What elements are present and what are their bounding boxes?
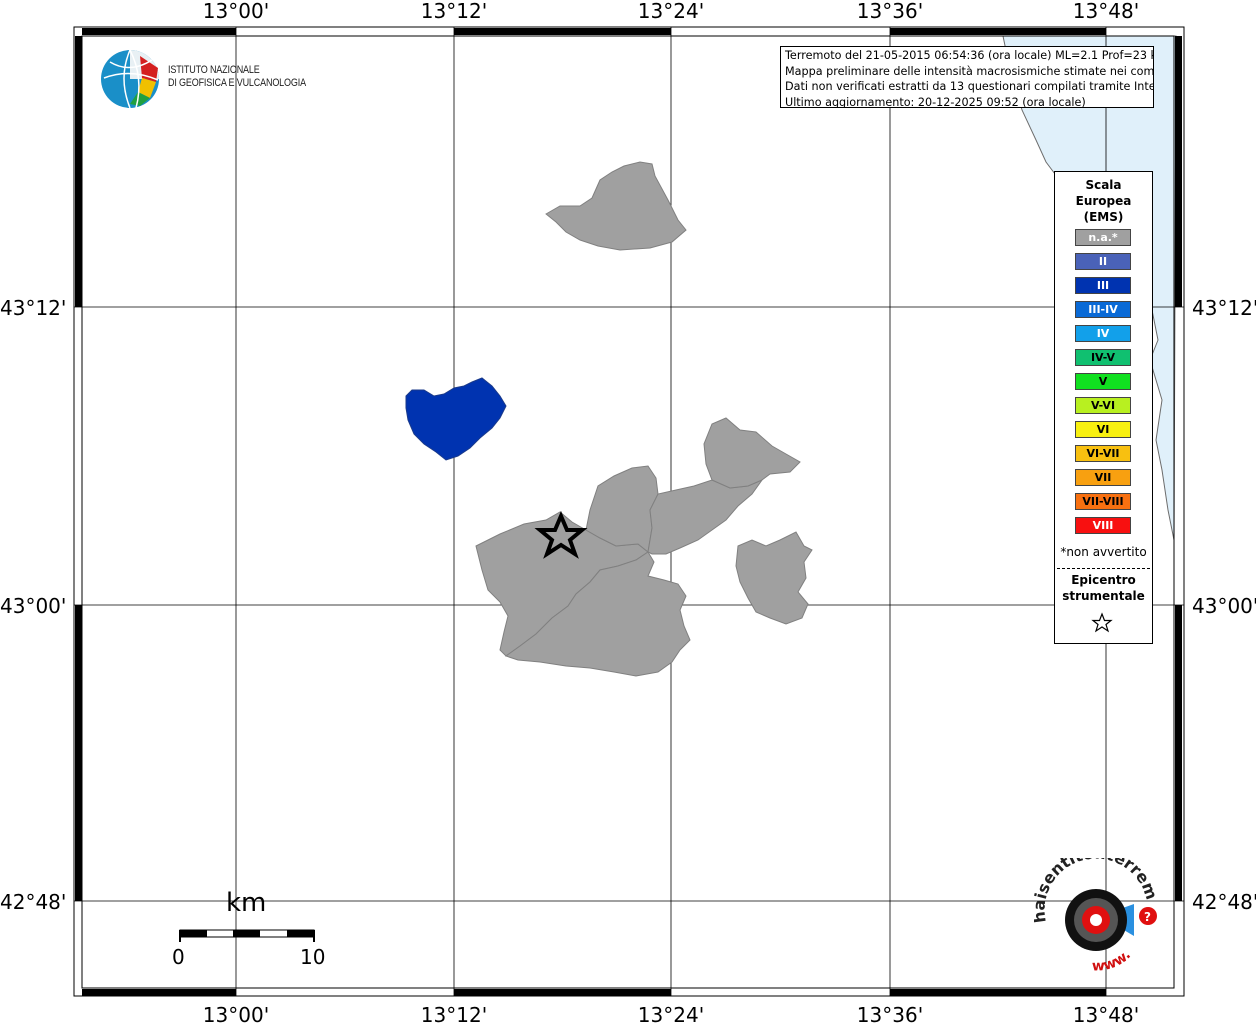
- bottom-tick-label: 13°36': [857, 1003, 923, 1024]
- left-tick-label: 43°00': [0, 594, 66, 618]
- svg-text:?: ?: [1144, 910, 1151, 924]
- legend-title: Scala Europea (EMS): [1055, 177, 1152, 225]
- left-axis-labels: 43°12' 43°00' 42°48': [0, 296, 66, 914]
- right-tick-label: 43°00': [1192, 594, 1256, 618]
- ingv-logo-text: ISTITUTO NAZIONALE DI GEOFISICA E VULCAN…: [168, 64, 306, 90]
- legend-item: n.a.*: [1075, 229, 1131, 246]
- legend-item: VIII: [1075, 517, 1131, 534]
- info-data-line: Dati non verificati estratti da 13 quest…: [785, 80, 1154, 93]
- scale-bar-unit: km: [226, 888, 267, 918]
- bottom-tick-label: 13°48': [1073, 1003, 1139, 1024]
- legend-item: III-IV: [1075, 301, 1131, 318]
- right-tick-label: 42°48': [1192, 890, 1256, 914]
- top-axis-labels: 13°00' 13°12' 13°24' 13°36' 13°48': [203, 0, 1139, 23]
- epicenter-star-icon: [1091, 612, 1113, 633]
- haisentito-target-icon: haisentitoilterremoto.it www. ?: [1029, 843, 1162, 974]
- legend-epicenter-line2: strumentale: [1062, 589, 1145, 603]
- legend-item: IV: [1075, 325, 1131, 342]
- legend-title-line2: Europea: [1075, 194, 1132, 208]
- event-info-box: Terremoto del 21-05-2015 06:54:36 (ora l…: [780, 46, 1154, 108]
- scale-bar-start-label: 0: [172, 945, 185, 969]
- bottom-axis-labels: 13°00' 13°12' 13°24' 13°36' 13°48': [203, 1003, 1139, 1024]
- legend-epicenter-label: Epicentro strumentale: [1055, 572, 1152, 604]
- legend-separator: [1057, 568, 1150, 569]
- ingv-logo-line2: DI GEOFISICA E VULCANOLOGIA: [168, 77, 306, 89]
- legend-item: VII-VIII: [1075, 493, 1131, 510]
- info-event-line: Terremoto del 21-05-2015 06:54:36 (ora l…: [785, 49, 1154, 62]
- bottom-tick-label: 13°00': [203, 1003, 269, 1024]
- haisentito-logo: haisentitoilterremoto.it www. ?: [1029, 843, 1164, 978]
- legend-item: VII: [1075, 469, 1131, 486]
- bottom-tick-label: 13°24': [638, 1003, 704, 1024]
- right-axis-labels: 43°12' 43°00' 42°48': [1192, 296, 1256, 914]
- top-tick-label: 13°00': [203, 0, 269, 23]
- scale-bar: [179, 929, 315, 942]
- legend-item: II: [1075, 253, 1131, 270]
- legend-epicenter-line1: Epicentro: [1071, 573, 1136, 587]
- legend-title-line3: (EMS): [1083, 210, 1124, 224]
- svg-text:www.: www.: [1092, 947, 1134, 974]
- right-tick-label: 43°12': [1192, 296, 1256, 320]
- top-tick-label: 13°12': [421, 0, 487, 23]
- legend-item: V-VI: [1075, 397, 1131, 414]
- municipality-not-felt-north: [545, 161, 687, 251]
- left-tick-label: 43°12': [0, 296, 66, 320]
- info-update-line: Ultimo aggiornamento: 20-12-2025 09:52 (…: [785, 95, 1086, 108]
- left-tick-label: 42°48': [0, 890, 66, 914]
- municipality-not-felt-northeast: [703, 417, 801, 489]
- legend-item: VI-VII: [1075, 445, 1131, 462]
- legend-note: *non avvertito: [1060, 545, 1147, 559]
- legend-item: VI: [1075, 421, 1131, 438]
- info-map-line: Mappa preliminare delle intensità macros…: [785, 64, 1154, 78]
- legend-item: IV-V: [1075, 349, 1131, 366]
- legend-item: V: [1075, 373, 1131, 390]
- municipality-not-felt-east: [735, 531, 813, 625]
- ingv-globe-icon: [101, 49, 159, 109]
- watermark-prefix: www.: [1092, 947, 1134, 974]
- top-tick-label: 13°24': [638, 0, 704, 23]
- ems-legend: Scala Europea (EMS) n.a.* II III III-IV IV IV…: [1054, 171, 1153, 644]
- legend-item: III: [1075, 277, 1131, 294]
- bottom-tick-label: 13°12': [421, 1003, 487, 1024]
- ingv-logo: ISTITUTO NAZIONALE DI GEOFISICA E VULCAN…: [100, 48, 340, 110]
- municipality-intensity-iii: [405, 377, 507, 461]
- top-tick-label: 13°48': [1073, 0, 1139, 23]
- ingv-logo-line1: ISTITUTO NAZIONALE: [168, 64, 260, 76]
- top-tick-label: 13°36': [857, 0, 923, 23]
- legend-title-line1: Scala: [1085, 178, 1122, 192]
- scale-bar-end-label: 10: [300, 945, 326, 969]
